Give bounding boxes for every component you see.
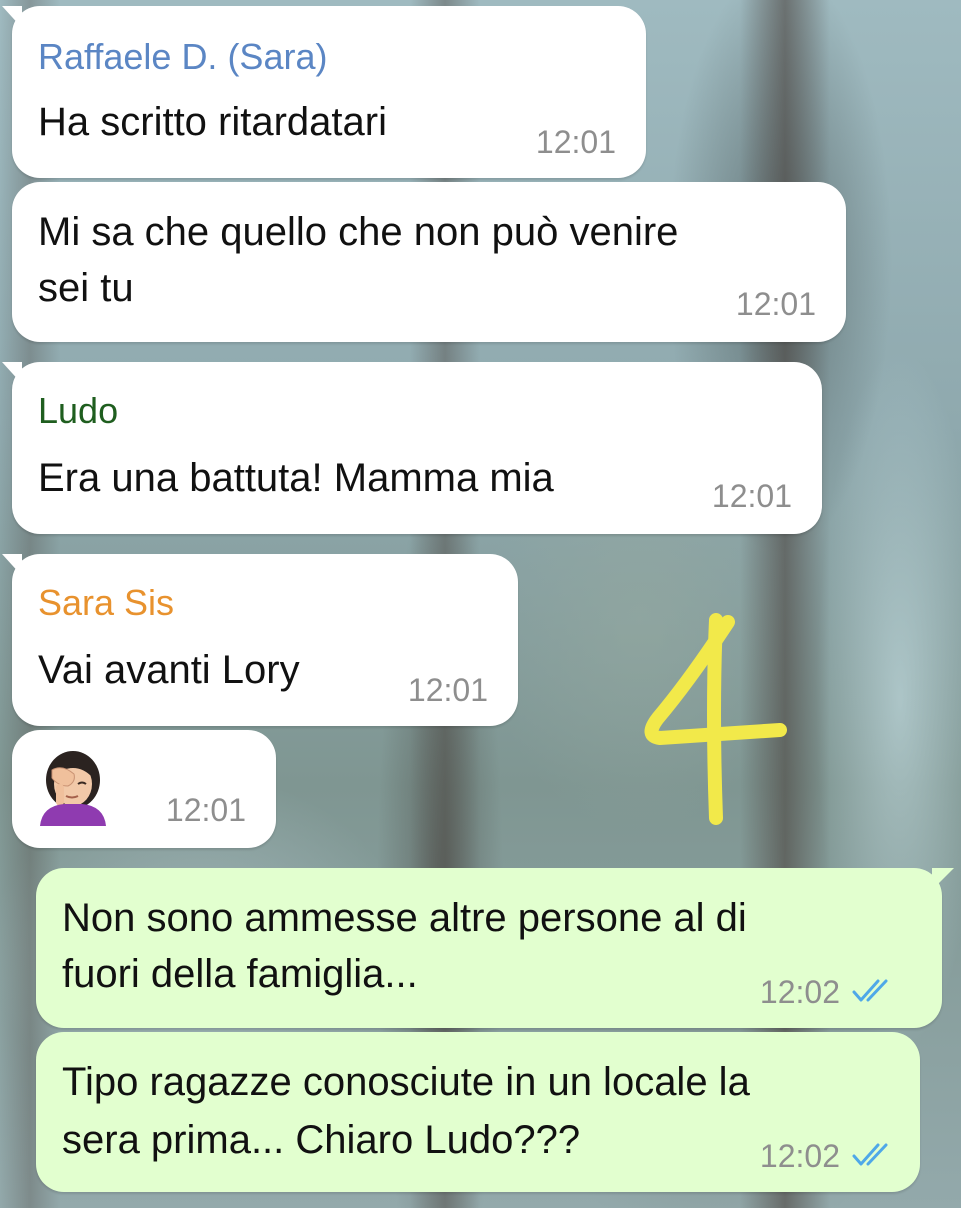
message-timestamp: 12:02: [759, 1138, 840, 1174]
message-bubble-incoming[interactable]: Raffaele D. (Sara) Ha scritto ritardatar…: [2, 6, 646, 178]
message-bubble-outgoing[interactable]: Tipo ragazze conosciute in un locale la …: [36, 1032, 920, 1192]
message-timestamp: 12:01: [165, 792, 246, 828]
message-text: Vai avanti Lory: [38, 648, 300, 692]
message-text: sera prima... Chiaro Ludo???: [62, 1118, 581, 1162]
message-text: Ha scritto ritardatari: [38, 100, 387, 144]
message-text: Non sono ammesse altre persone al di: [62, 896, 747, 940]
message-sender-name[interactable]: Sara Sis: [38, 582, 174, 624]
message-text: sei tu: [38, 266, 134, 310]
woman-facepalming-icon: [40, 751, 106, 826]
message-bubble-incoming[interactable]: Sara Sis Vai avanti Lory 12:01: [2, 554, 518, 726]
message-sender-name[interactable]: Raffaele D. (Sara): [38, 36, 327, 78]
message-text: Tipo ragazze conosciute in un locale la: [62, 1060, 750, 1104]
message-bubble-incoming[interactable]: Ludo Era una battuta! Mamma mia 12:01: [2, 362, 822, 534]
message-text: Mi sa che quello che non può venire: [38, 210, 679, 254]
read-receipt-double-check-icon: [852, 979, 888, 1002]
message-sender-name[interactable]: Ludo: [38, 390, 118, 432]
handwritten-number-4-drawing: [644, 613, 787, 825]
message-bubble-incoming[interactable]: 12:01: [12, 730, 276, 848]
read-receipt-double-check-icon: [852, 1143, 888, 1166]
message-timestamp: 12:01: [711, 478, 792, 514]
message-bubble-outgoing[interactable]: Non sono ammesse altre persone al di fuo…: [36, 868, 954, 1028]
message-text: fuori della famiglia...: [62, 952, 418, 996]
message-text: Era una battuta! Mamma mia: [38, 456, 554, 500]
message-timestamp: 12:01: [735, 286, 816, 322]
message-timestamp: 12:01: [535, 124, 616, 160]
message-bubble-incoming[interactable]: Mi sa che quello che non può venire sei …: [12, 182, 846, 342]
message-timestamp: 12:01: [407, 672, 488, 708]
message-timestamp: 12:02: [759, 974, 840, 1010]
